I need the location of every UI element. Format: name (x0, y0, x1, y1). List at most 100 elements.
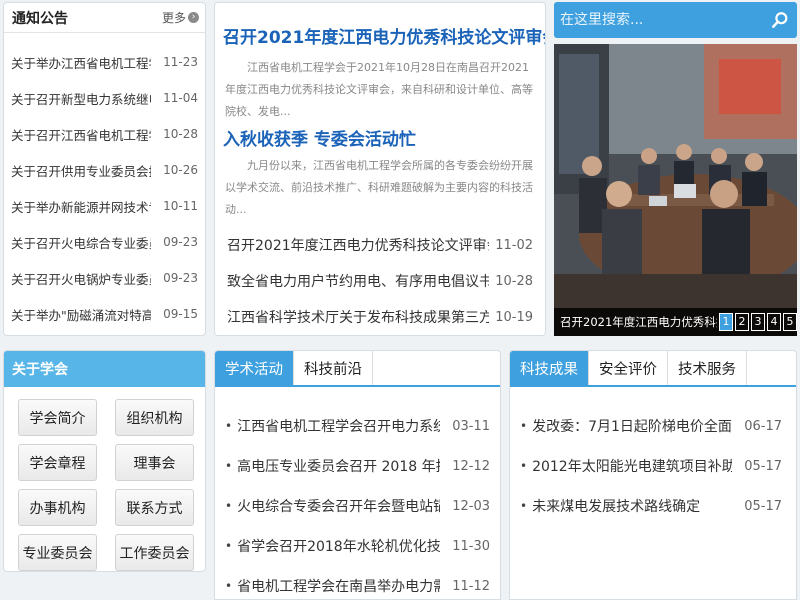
results-item-title[interactable]: 2012年太阳能光电建筑项目补助资 (532, 456, 732, 476)
notice-more-link[interactable]: 更多 › (162, 9, 199, 26)
search-input[interactable] (560, 12, 760, 28)
slider-page-button[interactable]: 4 (767, 313, 781, 331)
notice-item-title[interactable]: 关于举办"励磁涌流对特高 (11, 305, 151, 324)
list-item: 关于举办江西省电机工程学 11-23 (4, 44, 205, 80)
news-item-title[interactable]: 致全省电力用户节约用电、有序用电倡议书 (227, 271, 489, 291)
notice-item-date: 10-11 (163, 199, 198, 213)
tab-academic-activity[interactable]: 学术活动 (215, 351, 294, 385)
meeting-photo (554, 44, 797, 336)
list-item: 关于举办新能源并网技术专 10-11 (4, 188, 205, 224)
notice-item-date: 11-04 (163, 91, 198, 105)
about-header: 关于学会 (4, 351, 205, 387)
tab-tech-results[interactable]: 科技成果 (510, 351, 589, 385)
news-headline[interactable]: 入秋收获季 专委会活动忙 (223, 125, 416, 150)
slider-page-button[interactable]: 1 (719, 313, 733, 331)
results-item-title[interactable]: 发改委：7月1日起阶梯电价全面试 (532, 416, 732, 436)
notice-item-title[interactable]: 关于召开火电锅炉专业委员 (11, 269, 151, 288)
activity-item-date: 03-11 (452, 418, 490, 434)
news-item-title[interactable]: 江西省科学技术厅关于发布科技成果第三方 (227, 307, 489, 327)
activity-item-title[interactable]: 省电机工程学会在南昌举办电力需 (237, 576, 440, 596)
photo-slider: 召开2021年度江西电力优秀科技论文评审会 1 2 3 4 5 (554, 44, 797, 336)
results-panel: 科技成果 安全评价 技术服务 • 发改委：7月1日起阶梯电价全面试 06-17 • 2… (509, 350, 797, 600)
contact-button[interactable]: 联系方式 (115, 489, 194, 526)
notice-item-title[interactable]: 关于召开火电综合专业委员 (11, 233, 151, 252)
results-item-date: 06-17 (744, 418, 782, 434)
activity-item-date: 12-12 (452, 458, 490, 474)
list-item: 关于召开供用专业委员会换 10-26 (4, 152, 205, 188)
slider-caption[interactable]: 召开2021年度江西电力优秀科技论文评审会 (560, 314, 717, 330)
activity-panel: 学术活动 科技前沿 • 江西省电机工程学会召开电力系统 03-11 • 高电压专业委员… (214, 350, 501, 600)
activity-item-date: 11-12 (452, 578, 490, 594)
slider-pagination: 1 2 3 4 5 (719, 313, 797, 331)
charter-button[interactable]: 学会章程 (18, 444, 97, 481)
bullet-icon: • (520, 419, 528, 433)
list-item: • 2012年太阳能光电建筑项目补助资 05-17 (510, 446, 796, 486)
list-item: 关于举办"励磁涌流对特高 09-15 (4, 296, 205, 332)
slider-page-button[interactable]: 2 (735, 313, 749, 331)
activity-item-date: 12-03 (452, 498, 490, 514)
list-item: • 省电机工程学会在南昌举办电力需 11-12 (215, 566, 500, 599)
notice-list: 关于举办江西省电机工程学 11-23 关于召开新型电力系统继电 11-04 关于召开… (4, 33, 205, 332)
news-list: 召开2021年度江西电力优秀科技论文评审会 11-02 致全省电力用户节约用电、有… (215, 227, 545, 335)
activity-tabs: 学术活动 科技前沿 (215, 351, 500, 387)
bullet-icon: • (225, 539, 233, 553)
activity-item-title[interactable]: 江西省电机工程学会召开电力系统 (237, 416, 440, 436)
news-summary: 江西省电机工程学会于2021年10月28日在南昌召开2021年度江西电力优秀科技… (225, 61, 533, 118)
slider-page-button[interactable]: 3 (751, 313, 765, 331)
notice-item-title[interactable]: 关于召开新型电力系统继电 (11, 89, 151, 108)
notice-item-date: 09-23 (163, 235, 198, 249)
council-button[interactable]: 理事会 (115, 444, 194, 481)
working-committee-button[interactable]: 工作委员会 (115, 534, 194, 571)
tab-tech-services[interactable]: 技术服务 (668, 351, 747, 385)
bullet-icon: • (520, 459, 528, 473)
list-item: • 省学会召开2018年水轮机优化技术 11-30 (215, 526, 500, 566)
notice-item-title[interactable]: 关于举办江西省电机工程学 (11, 53, 151, 72)
activity-item-title[interactable]: 省学会召开2018年水轮机优化技术 (237, 536, 440, 556)
list-item: 召开2021年度江西电力优秀科技论文评审会 11-02 (215, 227, 545, 263)
tab-safety-evaluation[interactable]: 安全评价 (589, 351, 668, 385)
list-item: • 江西省电机工程学会召开电力系统 03-11 (215, 406, 500, 446)
notice-item-title[interactable]: 关于召开江西省电机工程学 (11, 125, 151, 144)
notice-item-title[interactable]: 关于举办新能源并网技术专 (11, 197, 151, 216)
search-icon[interactable] (771, 11, 789, 29)
search-bar (554, 2, 797, 38)
list-item: 关于召开江西省电机工程学 10-28 (4, 116, 205, 152)
slider-page-button[interactable]: 5 (783, 313, 797, 331)
more-label: 更多 (161, 11, 186, 25)
about-intro-button[interactable]: 学会简介 (18, 399, 97, 436)
news-item-title[interactable]: 召开2021年度江西电力优秀科技论文评审会 (227, 235, 489, 255)
professional-committee-button[interactable]: 专业委员会 (18, 534, 97, 571)
news-item-date: 10-28 (495, 273, 533, 289)
results-tabs: 科技成果 安全评价 技术服务 (510, 351, 796, 387)
results-item-date: 05-17 (744, 458, 782, 474)
activity-item-title[interactable]: 高电压专业委员会召开 2018 年技 (237, 456, 440, 476)
bullet-icon: • (225, 459, 233, 473)
news-item-date: 10-19 (495, 309, 533, 325)
slider-caption-bar: 召开2021年度江西电力优秀科技论文评审会 1 2 3 4 5 (554, 308, 797, 336)
list-item: 致全省电力用户节约用电、有序用电倡议书 10-28 (215, 263, 545, 299)
bullet-icon: • (225, 419, 233, 433)
list-item: 关于召开火电锅炉专业委员 09-23 (4, 260, 205, 296)
news-summary: 九月份以来，江西省电机工程学会所属的各专委会纷纷开展以学术交流、前沿技术推广、科… (225, 159, 533, 216)
list-item: • 火电综合专委会召开年会暨电站锅 12-03 (215, 486, 500, 526)
office-button[interactable]: 办事机构 (18, 489, 97, 526)
results-item-title[interactable]: 未来煤电发展技术路线确定 (532, 496, 732, 516)
notice-title: 通知公告 (12, 10, 68, 27)
list-item: • 高电压专业委员会召开 2018 年技 12-12 (215, 446, 500, 486)
bullet-icon: • (225, 579, 233, 593)
notice-item-date: 09-23 (163, 271, 198, 285)
list-item: 关于召开新型电力系统继电 11-04 (4, 80, 205, 116)
notice-item-date: 09-15 (163, 307, 198, 321)
notice-item-date: 11-23 (163, 55, 198, 69)
organization-button[interactable]: 组织机构 (115, 399, 194, 436)
activity-item-title[interactable]: 火电综合专委会召开年会暨电站锅 (237, 496, 440, 516)
activity-item-date: 11-30 (452, 538, 490, 554)
chevron-right-icon: › (188, 12, 199, 23)
tab-tech-frontier[interactable]: 科技前沿 (294, 351, 373, 385)
news-headline[interactable]: 召开2021年度江西电力优秀科技论文评审会 (223, 23, 545, 48)
list-item: 关于召开火电综合专业委员 09-23 (4, 224, 205, 260)
list-item: 江西省科学技术厅关于发布科技成果第三方 10-19 (215, 299, 545, 335)
activity-list: • 江西省电机工程学会召开电力系统 03-11 • 高电压专业委员会召开 2018 年… (215, 387, 500, 599)
notice-item-title[interactable]: 关于召开供用专业委员会换 (11, 161, 151, 180)
news-panel: 召开2021年度江西电力优秀科技论文评审会 江西省电机工程学会于2021年10月… (214, 2, 546, 336)
